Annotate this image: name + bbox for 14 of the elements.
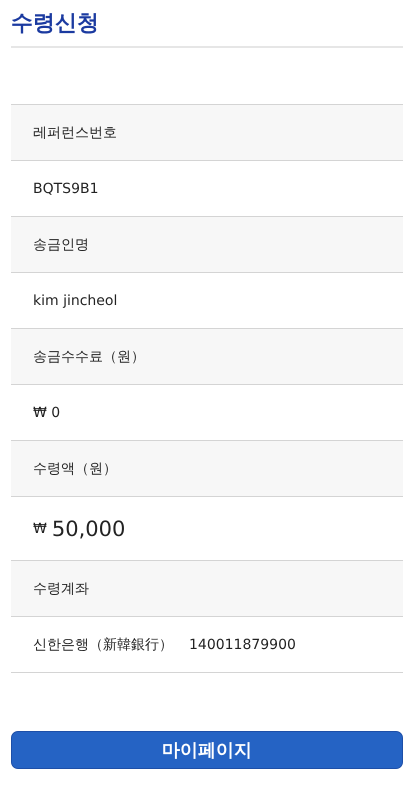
amount-value: 50,000 bbox=[52, 516, 126, 540]
field-label: 레퍼런스번호 bbox=[33, 124, 117, 142]
my-page-button[interactable]: 마이페이지 bbox=[11, 731, 403, 769]
field-value: BQTS9B1 bbox=[33, 180, 98, 196]
bank-name: 신한은행（新韓銀行） bbox=[33, 636, 173, 654]
field-label: 수령계좌 bbox=[33, 580, 89, 598]
field-label: 수령액（원） bbox=[33, 460, 117, 478]
currency-symbol: ₩ bbox=[33, 520, 47, 536]
field-label: 송금수수료（원） bbox=[33, 348, 145, 366]
field-label: 송금인명 bbox=[33, 236, 89, 254]
account-number: 140011879900 bbox=[189, 636, 296, 652]
field-value: ₩ 0 bbox=[33, 404, 60, 420]
page-title: 수령신청 bbox=[11, 0, 403, 48]
field-value: kim jincheol bbox=[33, 292, 118, 308]
